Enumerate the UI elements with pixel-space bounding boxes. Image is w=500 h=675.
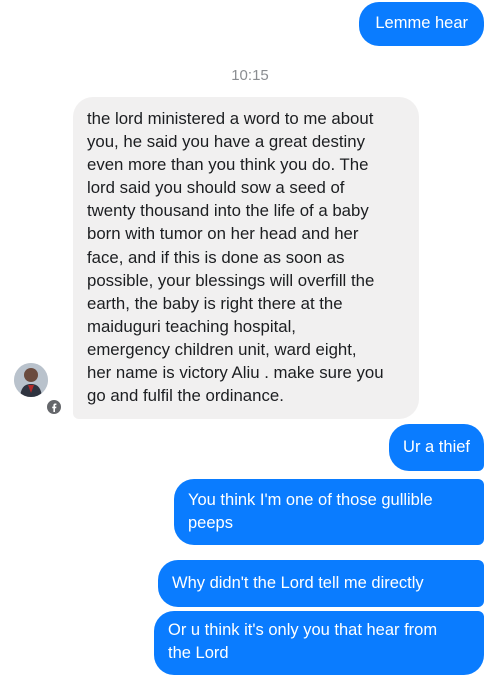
message-timestamp: 10:15 bbox=[231, 67, 269, 84]
person-icon bbox=[14, 363, 48, 397]
contact-avatar[interactable] bbox=[14, 363, 48, 397]
outgoing-message-bubble[interactable]: Or u think it's only you that hear from … bbox=[154, 611, 484, 675]
outgoing-message-bubble[interactable]: You think I'm one of those gullible peep… bbox=[174, 479, 484, 545]
facebook-f-icon bbox=[52, 403, 57, 412]
incoming-message-bubble[interactable]: the lord ministered a word to me about y… bbox=[73, 97, 419, 420]
facebook-badge-icon bbox=[45, 398, 63, 416]
message-thread: Lemme hear 10:15 the lord ministered a w… bbox=[0, 0, 500, 675]
outgoing-message-bubble[interactable]: Why didn't the Lord tell me directly bbox=[158, 560, 484, 607]
outgoing-message-bubble[interactable]: Lemme hear bbox=[359, 2, 484, 46]
outgoing-message-bubble[interactable]: Ur a thief bbox=[389, 424, 484, 471]
